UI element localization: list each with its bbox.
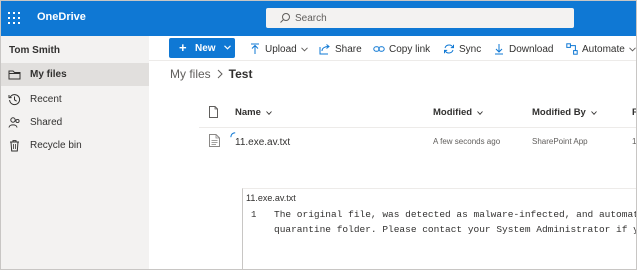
column-header-label: Fi bbox=[632, 107, 636, 118]
column-header-name[interactable]: Name bbox=[235, 107, 272, 118]
chevron-down-icon bbox=[477, 110, 483, 115]
download-icon bbox=[495, 44, 503, 55]
sync-label: Sync bbox=[459, 43, 482, 55]
left-nav: Tom Smith My files Recent Shared Recycle… bbox=[1, 36, 149, 269]
upload-label: Upload bbox=[265, 43, 297, 55]
header-divider bbox=[199, 127, 636, 128]
sync-icon bbox=[444, 44, 454, 54]
table-row[interactable]: 11.exe.av.txt A few seconds ago SharePoi… bbox=[149, 130, 637, 154]
breadcrumb-root[interactable]: My files bbox=[170, 67, 211, 81]
file-size: 17 bbox=[632, 137, 637, 146]
sidebar-item-label: Recent bbox=[30, 94, 62, 105]
preview-text-line: quarantine folder. Please contact your S… bbox=[274, 224, 636, 235]
chevron-down-icon bbox=[224, 45, 231, 50]
search-icon bbox=[280, 13, 290, 23]
share-label: Share bbox=[335, 43, 362, 55]
folder-icon bbox=[8, 70, 21, 80]
text-file-icon bbox=[209, 134, 220, 147]
copy-link-label: Copy link bbox=[389, 43, 431, 55]
search-placeholder: Search bbox=[295, 12, 327, 24]
sidebar-item-my-files[interactable]: My files bbox=[1, 63, 149, 86]
file-modified: A few seconds ago bbox=[433, 137, 501, 146]
app-launcher-icon[interactable] bbox=[8, 12, 20, 24]
breadcrumb-current: Test bbox=[228, 67, 253, 81]
column-header-label: Modified By bbox=[532, 107, 586, 118]
search-box[interactable]: Search bbox=[266, 8, 574, 28]
chevron-down-icon bbox=[591, 110, 597, 115]
upload-button[interactable]: Upload bbox=[249, 42, 308, 56]
sidebar-item-recent[interactable]: Recent bbox=[1, 88, 149, 111]
plus-icon: + bbox=[179, 40, 187, 55]
sidebar-item-label: Shared bbox=[30, 117, 63, 128]
column-header-row: Name Modified Modified By Fi bbox=[149, 101, 636, 125]
app-title[interactable]: OneDrive bbox=[37, 11, 86, 23]
file-type-icon[interactable] bbox=[209, 106, 218, 118]
link-icon bbox=[373, 46, 385, 52]
new-button[interactable]: + New bbox=[169, 38, 235, 58]
sidebar-item-shared[interactable]: Shared bbox=[1, 111, 149, 134]
preview-text-line: The original file, was detected as malwa… bbox=[274, 209, 636, 220]
column-header-label: Modified bbox=[433, 107, 473, 118]
line-number: 1 bbox=[251, 210, 257, 220]
chevron-right-icon bbox=[217, 69, 223, 79]
sync-button[interactable]: Sync bbox=[443, 42, 481, 56]
sidebar-item-label: Recycle bin bbox=[30, 140, 82, 151]
preview-file-name: 11.exe.av.txt bbox=[246, 193, 296, 203]
chevron-down-icon bbox=[266, 110, 272, 115]
breadcrumb: My files Test bbox=[170, 67, 252, 81]
clock-icon bbox=[8, 94, 21, 106]
file-name[interactable]: 11.exe.av.txt bbox=[235, 137, 290, 148]
people-icon bbox=[8, 117, 20, 128]
file-preview-pane: 11.exe.av.txt 1 The original file, was d… bbox=[242, 188, 636, 269]
onedrive-window: OneDrive Search Tom Smith My files Recen… bbox=[0, 0, 637, 270]
automate-icon bbox=[566, 43, 578, 55]
download-label: Download bbox=[509, 43, 554, 55]
sidebar-item-label: My files bbox=[30, 69, 67, 80]
column-header-modified-by[interactable]: Modified By bbox=[532, 107, 597, 118]
column-header-label: Name bbox=[235, 107, 261, 118]
column-header-file-size[interactable]: Fi bbox=[632, 107, 636, 118]
new-button-label: New bbox=[195, 43, 216, 54]
automate-label: Automate bbox=[582, 43, 625, 55]
top-bar: OneDrive Search bbox=[1, 1, 636, 36]
share-icon bbox=[319, 44, 330, 55]
copy-link-button[interactable]: Copy link bbox=[373, 42, 430, 56]
chevron-down-icon bbox=[628, 46, 636, 52]
chevron-down-icon bbox=[300, 46, 308, 52]
download-button[interactable]: Download bbox=[493, 42, 553, 56]
share-button[interactable]: Share bbox=[319, 42, 362, 56]
file-modified-by: SharePoint App bbox=[532, 137, 588, 146]
command-bar: + New Upload Share Copy link Sync Downlo… bbox=[149, 36, 636, 61]
trash-icon bbox=[10, 140, 19, 152]
upload-icon bbox=[251, 43, 259, 54]
sidebar-item-recycle-bin[interactable]: Recycle bin bbox=[1, 134, 149, 157]
column-header-modified[interactable]: Modified bbox=[433, 107, 483, 118]
automate-button[interactable]: Automate bbox=[566, 42, 636, 56]
user-name: Tom Smith bbox=[9, 45, 60, 56]
